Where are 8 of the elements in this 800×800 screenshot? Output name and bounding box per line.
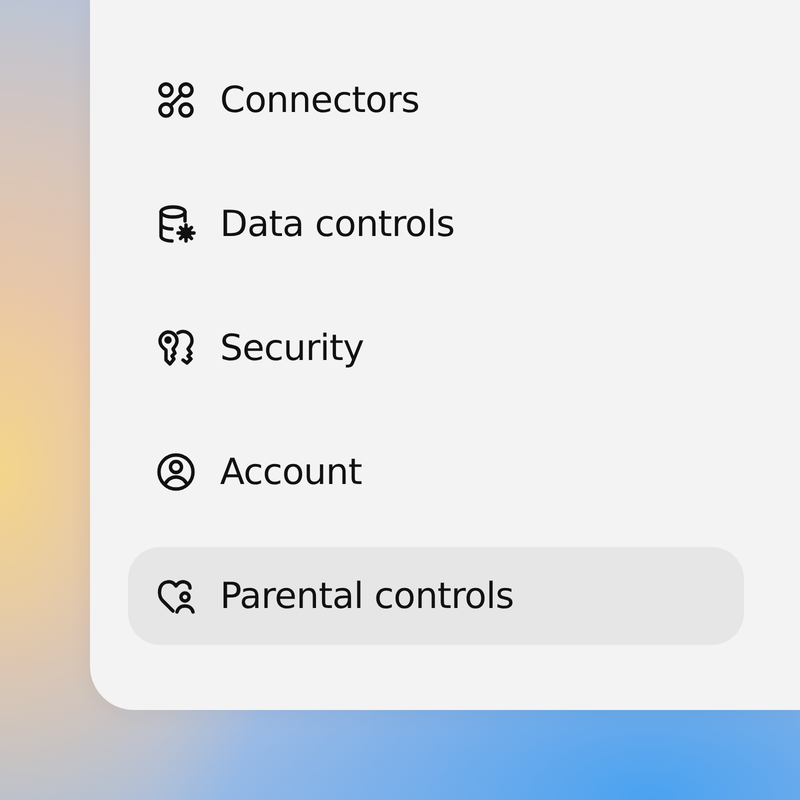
menu-item[interactable]: Account: [128, 423, 744, 521]
menu-item[interactable]: Security: [128, 299, 744, 397]
menu-item[interactable]: Data controls: [128, 175, 744, 273]
user-circle-icon: [156, 452, 196, 492]
nodes-icon: [156, 80, 196, 120]
keyhole-figures-icon: [156, 328, 196, 368]
menu-item[interactable]: Parental controls: [128, 547, 744, 645]
menu-item[interactable]: Connectors: [128, 51, 744, 149]
